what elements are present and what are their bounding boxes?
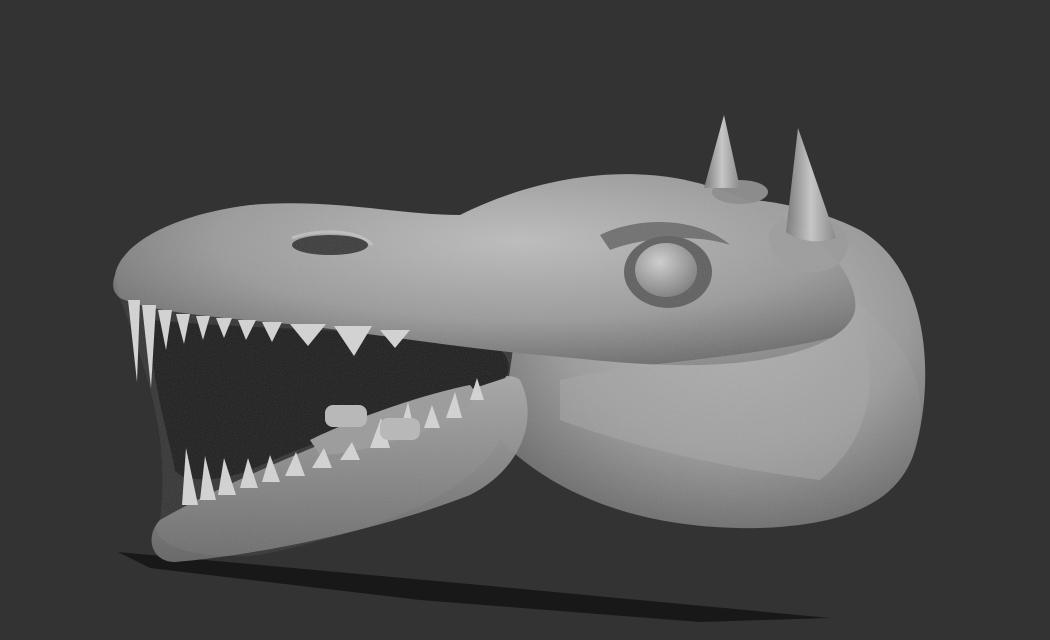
ground-shadow bbox=[118, 552, 830, 622]
sculpt-viewport[interactable] bbox=[0, 0, 1050, 640]
creature-head-render bbox=[113, 115, 926, 622]
horn-rear bbox=[704, 115, 740, 188]
